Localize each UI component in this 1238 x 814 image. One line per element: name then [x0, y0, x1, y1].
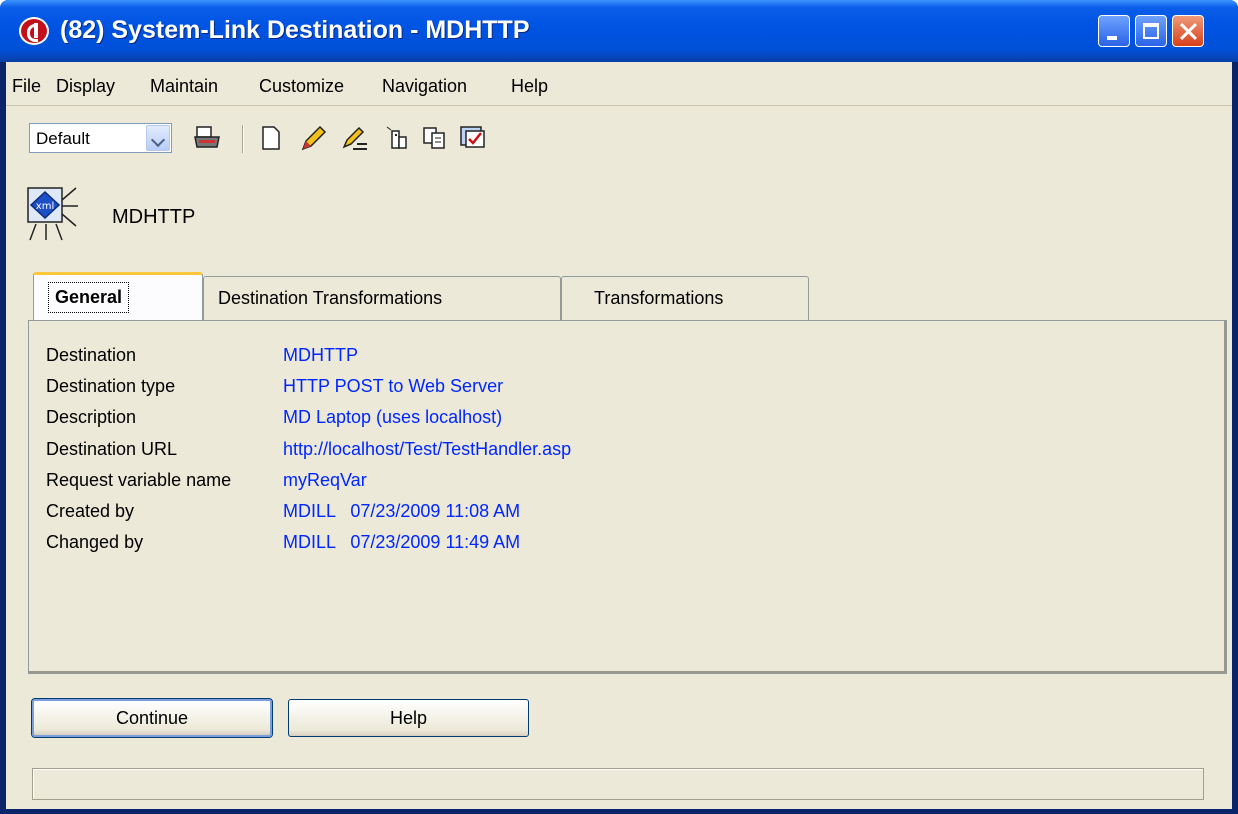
svg-text:xml: xml: [36, 201, 54, 212]
toolbar-separator: [242, 125, 244, 153]
application-window: (82) System-Link Destination - MDHTTP Fi…: [0, 0, 1238, 814]
menu-maintain[interactable]: Maintain: [150, 76, 218, 97]
help-button[interactable]: Help: [288, 699, 529, 737]
record-name: MDHTTP: [112, 206, 196, 228]
new-document-icon[interactable]: [256, 122, 286, 154]
help-button-label: Help: [389, 707, 428, 728]
tab-transformations[interactable]: Transformations: [561, 276, 809, 320]
close-button[interactable]: [1172, 15, 1204, 47]
minimize-icon: [1107, 36, 1117, 40]
menu-file[interactable]: File: [12, 76, 41, 97]
detail-value: MDILL 07/23/2009 11:08 AM: [283, 501, 521, 521]
xml-destination-icon: xml: [26, 184, 84, 246]
detail-value: http://localhost/Test/TestHandler.asp: [283, 439, 572, 459]
tab-destination-transformations[interactable]: Destination Transformations: [203, 276, 561, 320]
paste-icon[interactable]: [420, 122, 450, 154]
toolbar: Default: [6, 110, 1232, 162]
detail-label: Changed by: [46, 532, 144, 552]
detail-value: HTTP POST to Web Server: [283, 376, 504, 396]
window-title: (82) System-Link Destination - MDHTTP: [60, 16, 530, 44]
view-select-value: Default: [36, 129, 90, 148]
continue-button[interactable]: Continue: [32, 699, 272, 737]
tab-general-label: General: [48, 282, 130, 313]
detail-label: Destination: [46, 345, 137, 365]
app-logo-icon[interactable]: [19, 17, 49, 45]
detail-value: myReqVar: [283, 470, 367, 490]
menu-customize[interactable]: Customize: [259, 76, 344, 97]
maximize-icon: [1143, 23, 1159, 39]
window-client-area: File Display Maintain Customize Navigati…: [6, 62, 1232, 809]
menu-display[interactable]: Display: [56, 76, 115, 97]
tab-destination-transformations-label: Destination Transformations: [218, 288, 443, 308]
detail-value: MDILL 07/23/2009 11:49 AM: [283, 532, 521, 552]
approve-icon[interactable]: [458, 122, 488, 154]
view-select[interactable]: Default: [29, 123, 172, 153]
printer-icon[interactable]: [192, 122, 222, 154]
menu-help[interactable]: Help: [511, 76, 548, 97]
detail-value: MDHTTP: [283, 345, 358, 365]
tab-transformations-label: Transformations: [594, 288, 724, 308]
title-bar[interactable]: (82) System-Link Destination - MDHTTP: [0, 0, 1238, 62]
maximize-button[interactable]: [1135, 15, 1167, 47]
menu-bar: File Display Maintain Customize Navigati…: [6, 62, 1232, 106]
menu-navigation[interactable]: Navigation: [382, 76, 467, 97]
edit-pencil-icon[interactable]: [298, 122, 328, 154]
detail-value: MD Laptop (uses localhost): [283, 407, 503, 427]
general-tab-panel: Destination MDHTTP Destination type HTTP…: [28, 320, 1227, 674]
status-bar: [32, 768, 1204, 800]
detail-label: Destination URL: [46, 439, 178, 459]
tab-general[interactable]: General: [33, 272, 203, 320]
copy-icon[interactable]: [382, 122, 412, 154]
detail-label: Created by: [46, 501, 135, 521]
detail-label: Description: [46, 407, 137, 427]
chevron-down-icon[interactable]: [146, 125, 170, 151]
edit-list-icon[interactable]: [340, 122, 370, 154]
minimize-button[interactable]: [1098, 15, 1130, 47]
detail-label: Request variable name: [46, 470, 232, 490]
detail-label: Destination type: [46, 376, 176, 396]
continue-button-label: Continue: [115, 707, 189, 728]
